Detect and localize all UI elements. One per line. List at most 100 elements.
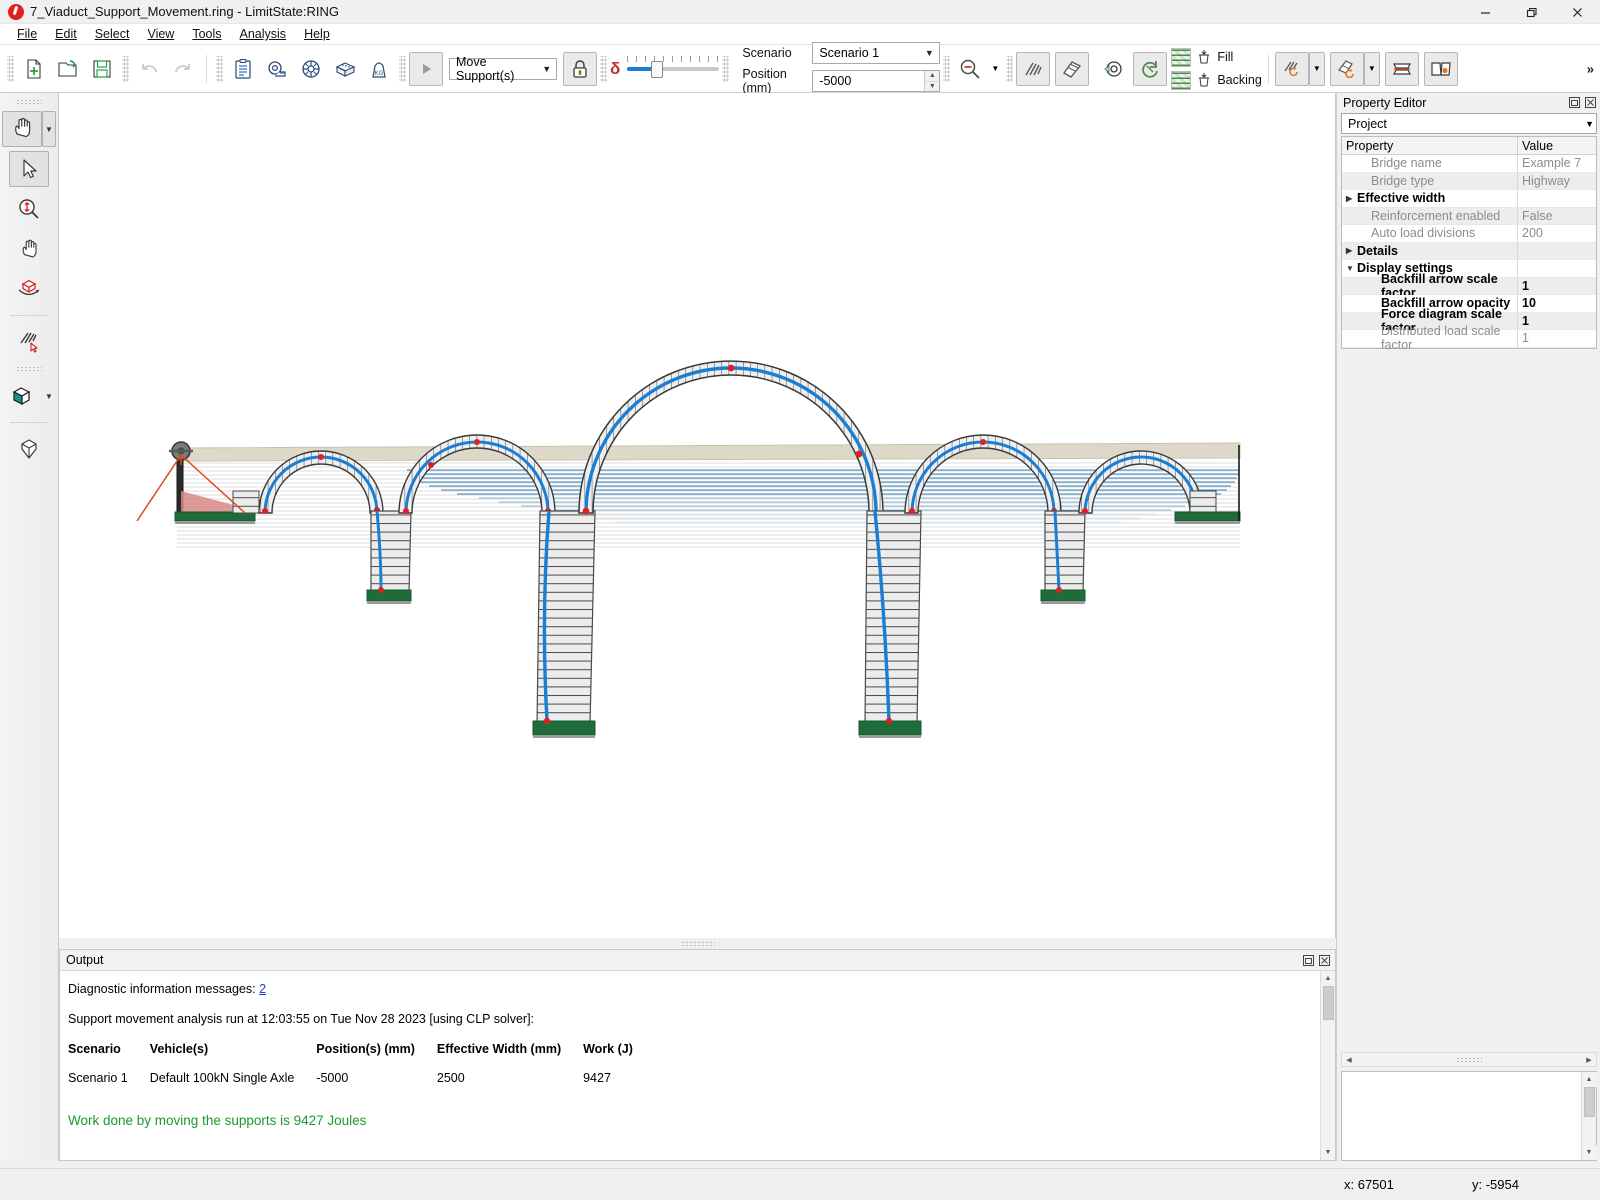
loads-icon[interactable]: KG xyxy=(362,52,396,86)
toolbar-grip-5[interactable] xyxy=(600,56,607,82)
zoom-window-tool-icon[interactable] xyxy=(9,191,49,227)
scroll-track[interactable] xyxy=(1356,1054,1582,1065)
scenario-combo[interactable]: Scenario 1 ▼ xyxy=(812,42,940,64)
rotate-view-tool-icon[interactable] xyxy=(9,271,49,307)
lock-button[interactable] xyxy=(563,52,597,86)
undo-icon[interactable] xyxy=(132,52,166,86)
float-panel-icon[interactable] xyxy=(1301,953,1315,967)
scroll-up-icon[interactable]: ▲ xyxy=(1321,971,1336,986)
output-text-area[interactable]: Diagnostic information messages: 2 Suppo… xyxy=(60,971,1320,1160)
analysis-mode-value: Move Support(s) xyxy=(456,55,540,83)
position-input[interactable]: -5000 ▲ ▼ xyxy=(812,70,940,92)
property-row-effective-width[interactable]: ▶Effective width xyxy=(1342,190,1596,208)
toolbar-overflow-button[interactable]: » xyxy=(1587,61,1594,76)
crack-undo-dropdown-icon[interactable]: ▼ xyxy=(1309,52,1325,86)
run-analysis-button[interactable] xyxy=(409,52,443,86)
backing-row[interactable]: Backing xyxy=(1171,70,1261,90)
float-panel-icon[interactable] xyxy=(1567,96,1581,110)
property-scope-combo[interactable]: Project ▼ xyxy=(1341,113,1597,134)
zoom-out-icon[interactable] xyxy=(953,52,987,86)
pan-hand-tool-icon[interactable] xyxy=(2,111,42,147)
slider-thumb[interactable] xyxy=(651,61,663,78)
fill-row[interactable]: Fill xyxy=(1171,47,1261,67)
spinner-up-icon[interactable]: ▲ xyxy=(925,71,939,82)
spinner-down-icon[interactable]: ▼ xyxy=(925,82,939,92)
scroll-down-icon[interactable]: ▼ xyxy=(1582,1145,1597,1160)
left-strip-grip[interactable] xyxy=(16,99,42,106)
property-editor-horizontal-scrollbar[interactable]: ◀ ▶ xyxy=(1341,1052,1597,1067)
property-row-details[interactable]: ▶Details xyxy=(1342,243,1596,261)
menu-help[interactable]: Help xyxy=(295,25,339,43)
scroll-thumb[interactable] xyxy=(1323,986,1334,1020)
analysis-mode-combo[interactable]: Move Support(s) ▼ xyxy=(449,58,557,80)
description-vertical-scrollbar[interactable]: ▲ ▼ xyxy=(1581,1072,1596,1160)
solid-block-tool-icon[interactable] xyxy=(2,378,42,414)
show-cracks-button[interactable] xyxy=(1016,52,1050,86)
menu-view[interactable]: View xyxy=(138,25,183,43)
horizontal-splitter[interactable] xyxy=(59,938,1336,949)
toolbar-grip[interactable] xyxy=(7,56,14,82)
scroll-thumb[interactable] xyxy=(1584,1087,1595,1117)
close-icon[interactable] xyxy=(1554,0,1600,24)
toolbar-grip-8[interactable] xyxy=(1006,56,1013,82)
menu-edit[interactable]: Edit xyxy=(46,25,86,43)
expand-triangle-icon[interactable]: ▶ xyxy=(1346,194,1357,203)
collapse-triangle-icon[interactable]: ▼ xyxy=(1346,264,1357,273)
select-arrow-tool-icon[interactable] xyxy=(9,151,49,187)
reset-view-button[interactable] xyxy=(1133,52,1167,86)
property-row-auto-load-divisions[interactable]: Auto load divisions 200 xyxy=(1342,225,1596,243)
deform-undo-button[interactable] xyxy=(1330,52,1364,86)
property-row-reinforcement-enabled[interactable]: Reinforcement enabled False xyxy=(1342,208,1596,226)
deform-undo-dropdown-icon[interactable]: ▼ xyxy=(1364,52,1380,86)
split-block-button[interactable] xyxy=(1385,52,1419,86)
minimize-icon[interactable] xyxy=(1462,0,1508,24)
property-row-backfill-arrow-scale-factor[interactable]: Backfill arrow scale factor 1 xyxy=(1342,278,1596,296)
pan-hand-dropdown-icon[interactable]: ▼ xyxy=(42,111,56,147)
report-icon[interactable] xyxy=(226,52,260,86)
toolbar-grip-7[interactable] xyxy=(943,56,950,82)
show-hinges-button[interactable] xyxy=(1094,52,1128,86)
scroll-left-icon[interactable]: ◀ xyxy=(1342,1056,1356,1064)
property-row-distributed-load-scale-factor[interactable]: Distributed load scale factor 1 xyxy=(1342,330,1596,348)
solid-block-dropdown-icon[interactable]: ▼ xyxy=(42,378,56,414)
menu-select[interactable]: Select xyxy=(86,25,139,43)
toolbar-grip-3[interactable] xyxy=(216,56,223,82)
merge-block-button[interactable] xyxy=(1424,52,1458,86)
scroll-down-icon[interactable]: ▼ xyxy=(1321,1145,1336,1160)
toolbar-grip-6[interactable] xyxy=(722,56,729,82)
wireframe-block-tool-icon[interactable] xyxy=(9,431,49,467)
scroll-up-icon[interactable]: ▲ xyxy=(1582,1072,1597,1087)
show-deformation-button[interactable] xyxy=(1055,52,1089,86)
save-document-icon[interactable] xyxy=(85,52,119,86)
soil-properties-icon[interactable] xyxy=(294,52,328,86)
redo-icon[interactable] xyxy=(166,52,200,86)
new-document-icon[interactable] xyxy=(17,52,51,86)
crack-pick-tool-icon[interactable] xyxy=(9,324,49,360)
backing-hatch-icon[interactable] xyxy=(1171,71,1191,90)
property-row-bridge-type[interactable]: Bridge type Highway xyxy=(1342,173,1596,191)
scroll-right-icon[interactable]: ▶ xyxy=(1582,1056,1596,1064)
menu-file[interactable]: File xyxy=(8,25,46,43)
toolbar-grip-4[interactable] xyxy=(399,56,406,82)
pan-tool-icon[interactable] xyxy=(9,231,49,267)
menu-tools[interactable]: Tools xyxy=(183,25,230,43)
crack-undo-button[interactable] xyxy=(1275,52,1309,86)
property-row-bridge-name[interactable]: Bridge name Example 7 xyxy=(1342,155,1596,173)
output-vertical-scrollbar[interactable]: ▲ ▼ xyxy=(1320,971,1335,1160)
close-panel-icon[interactable] xyxy=(1317,953,1331,967)
toolbar-grip-2[interactable] xyxy=(122,56,129,82)
menu-analysis[interactable]: Analysis xyxy=(231,25,296,43)
restore-icon[interactable] xyxy=(1508,0,1554,24)
measure-icon[interactable] xyxy=(260,52,294,86)
diagnostic-count-link[interactable]: 2 xyxy=(259,982,266,996)
expand-triangle-icon[interactable]: ▶ xyxy=(1346,246,1357,255)
zoom-dropdown-icon[interactable]: ▼ xyxy=(987,52,1003,86)
fill-hatch-icon[interactable] xyxy=(1171,48,1191,67)
position-spinner[interactable]: ▲ ▼ xyxy=(924,71,939,91)
blocks-icon[interactable] xyxy=(328,52,362,86)
close-panel-icon[interactable] xyxy=(1583,96,1597,110)
viaduct-model-view[interactable] xyxy=(59,93,1336,938)
open-document-icon[interactable] xyxy=(51,52,85,86)
left-strip-grip-2[interactable] xyxy=(16,366,42,373)
movement-slider[interactable] xyxy=(627,54,719,84)
